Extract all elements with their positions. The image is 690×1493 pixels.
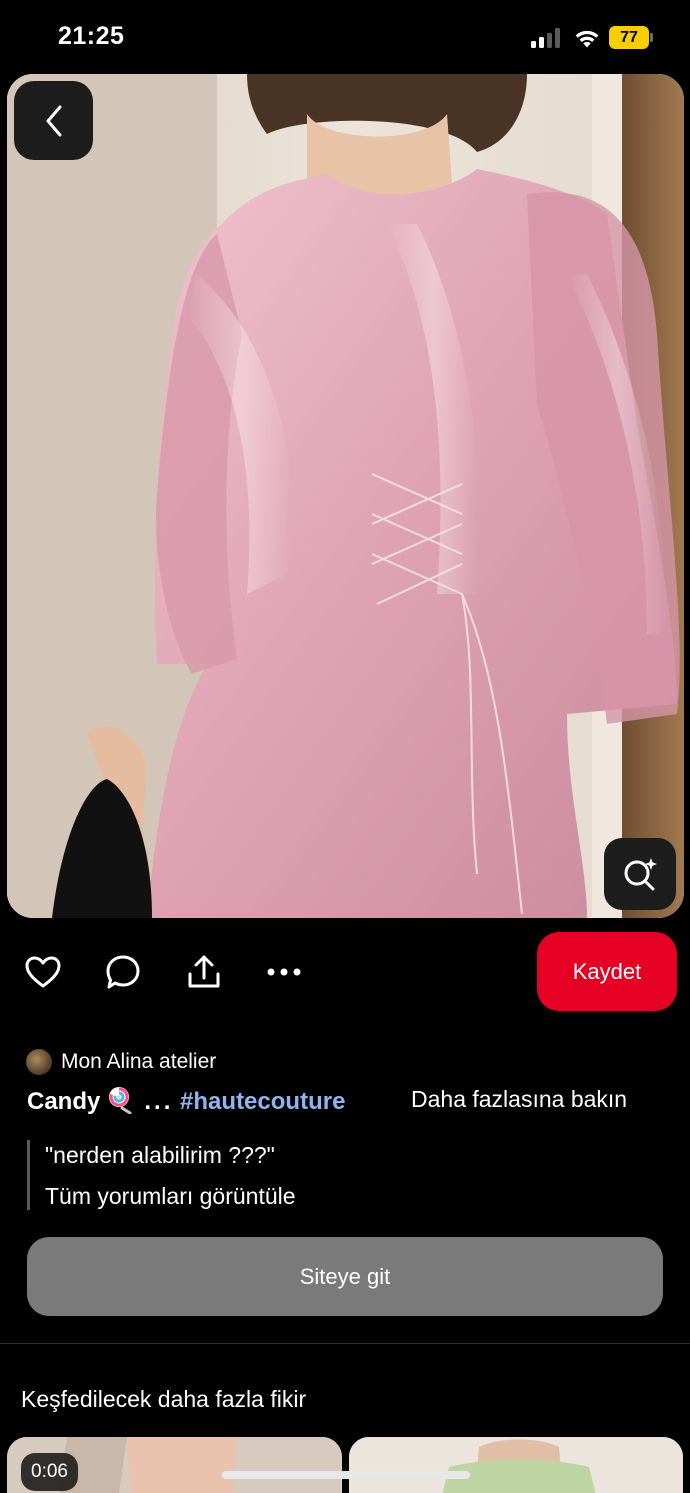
avatar (26, 1049, 52, 1075)
creator-name: Mon Alina atelier (61, 1050, 217, 1073)
comment-text: "nerden alabilirim ???" (45, 1142, 275, 1168)
video-duration: 0:06 (21, 1453, 78, 1491)
wifi-icon (575, 30, 599, 48)
battery-icon: 77 (609, 26, 653, 49)
pin-title: Candy (27, 1088, 101, 1115)
comment-button[interactable] (100, 949, 146, 995)
like-button[interactable] (20, 949, 66, 995)
section-divider (0, 1343, 690, 1344)
pin-image[interactable] (7, 74, 684, 918)
pin-action-bar: Kaydet (0, 930, 690, 1014)
description-dots: ... (144, 1088, 174, 1115)
creator-link[interactable]: Mon Alina atelier (26, 1048, 216, 1076)
pin-description: Candy ... #hautecouture Daha fazlasına b… (27, 1086, 667, 1120)
related-pin-image (349, 1437, 683, 1493)
view-all-comments-link[interactable]: Tüm yorumları görüntüle (45, 1181, 667, 1211)
battery-level: 77 (620, 29, 638, 46)
more-dots-icon (267, 968, 301, 976)
share-button[interactable] (181, 949, 227, 995)
heart-icon (25, 956, 61, 988)
more-options-button[interactable] (261, 949, 307, 995)
back-button[interactable] (14, 81, 93, 160)
cellular-signal-icon (531, 28, 563, 48)
visual-search-button[interactable] (604, 838, 676, 910)
status-time: 21:25 (58, 22, 125, 50)
share-icon (188, 955, 220, 988)
top-comment[interactable]: "nerden alabilirim ???" Tüm yorumları gö… (27, 1140, 667, 1210)
save-button[interactable]: Kaydet (537, 932, 677, 1011)
related-pin-thumbnail[interactable]: 0:06 (7, 1437, 342, 1493)
hashtag-link[interactable]: #hautecouture (180, 1088, 345, 1115)
visit-site-button[interactable]: Siteye git (27, 1237, 663, 1316)
lollipop-icon (109, 1087, 132, 1114)
visual-search-icon (624, 858, 657, 891)
comment-bubble-icon (106, 955, 140, 989)
pink-satin-dress-photo (7, 74, 684, 918)
chevron-left-icon (46, 105, 61, 136)
related-pin-thumbnail[interactable] (349, 1437, 683, 1493)
see-more-link[interactable]: Daha fazlasına bakın (411, 1086, 628, 1113)
more-ideas-heading: Keşfedilecek daha fazla fikir (21, 1386, 307, 1412)
home-indicator[interactable] (222, 1471, 470, 1479)
status-bar: 21:25 77 (0, 0, 690, 74)
